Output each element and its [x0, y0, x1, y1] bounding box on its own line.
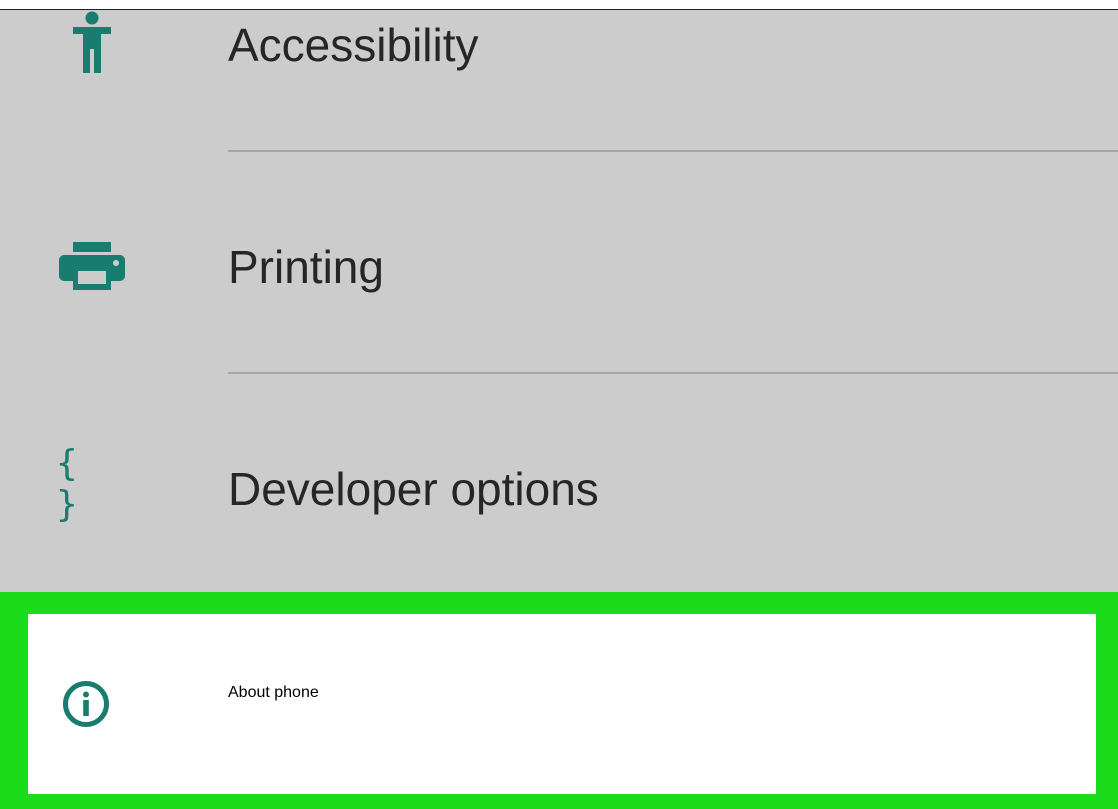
info-icon — [60, 678, 112, 730]
settings-item-accessibility[interactable]: Accessibility — [0, 0, 1118, 98]
settings-item-label: Developer options — [228, 463, 599, 515]
braces-glyph: { } — [56, 443, 84, 525]
settings-item-about-phone[interactable]: About phone — [28, 614, 1096, 794]
settings-item-label: Accessibility — [228, 19, 479, 71]
divider — [228, 372, 1118, 374]
accessibility-icon — [56, 10, 128, 74]
printer-icon — [56, 234, 128, 298]
divider — [228, 150, 1118, 152]
settings-item-label: Printing — [228, 241, 384, 293]
highlight-frame: About phone — [0, 592, 1118, 809]
braces-icon: { } — [56, 443, 128, 525]
settings-item-developer-options[interactable]: { } Developer options — [0, 432, 1118, 542]
settings-item-label: About phone — [228, 684, 319, 701]
settings-item-printing[interactable]: Printing — [0, 210, 1118, 320]
settings-screen: Accessibility Printing { } Developer opt… — [0, 0, 1118, 809]
